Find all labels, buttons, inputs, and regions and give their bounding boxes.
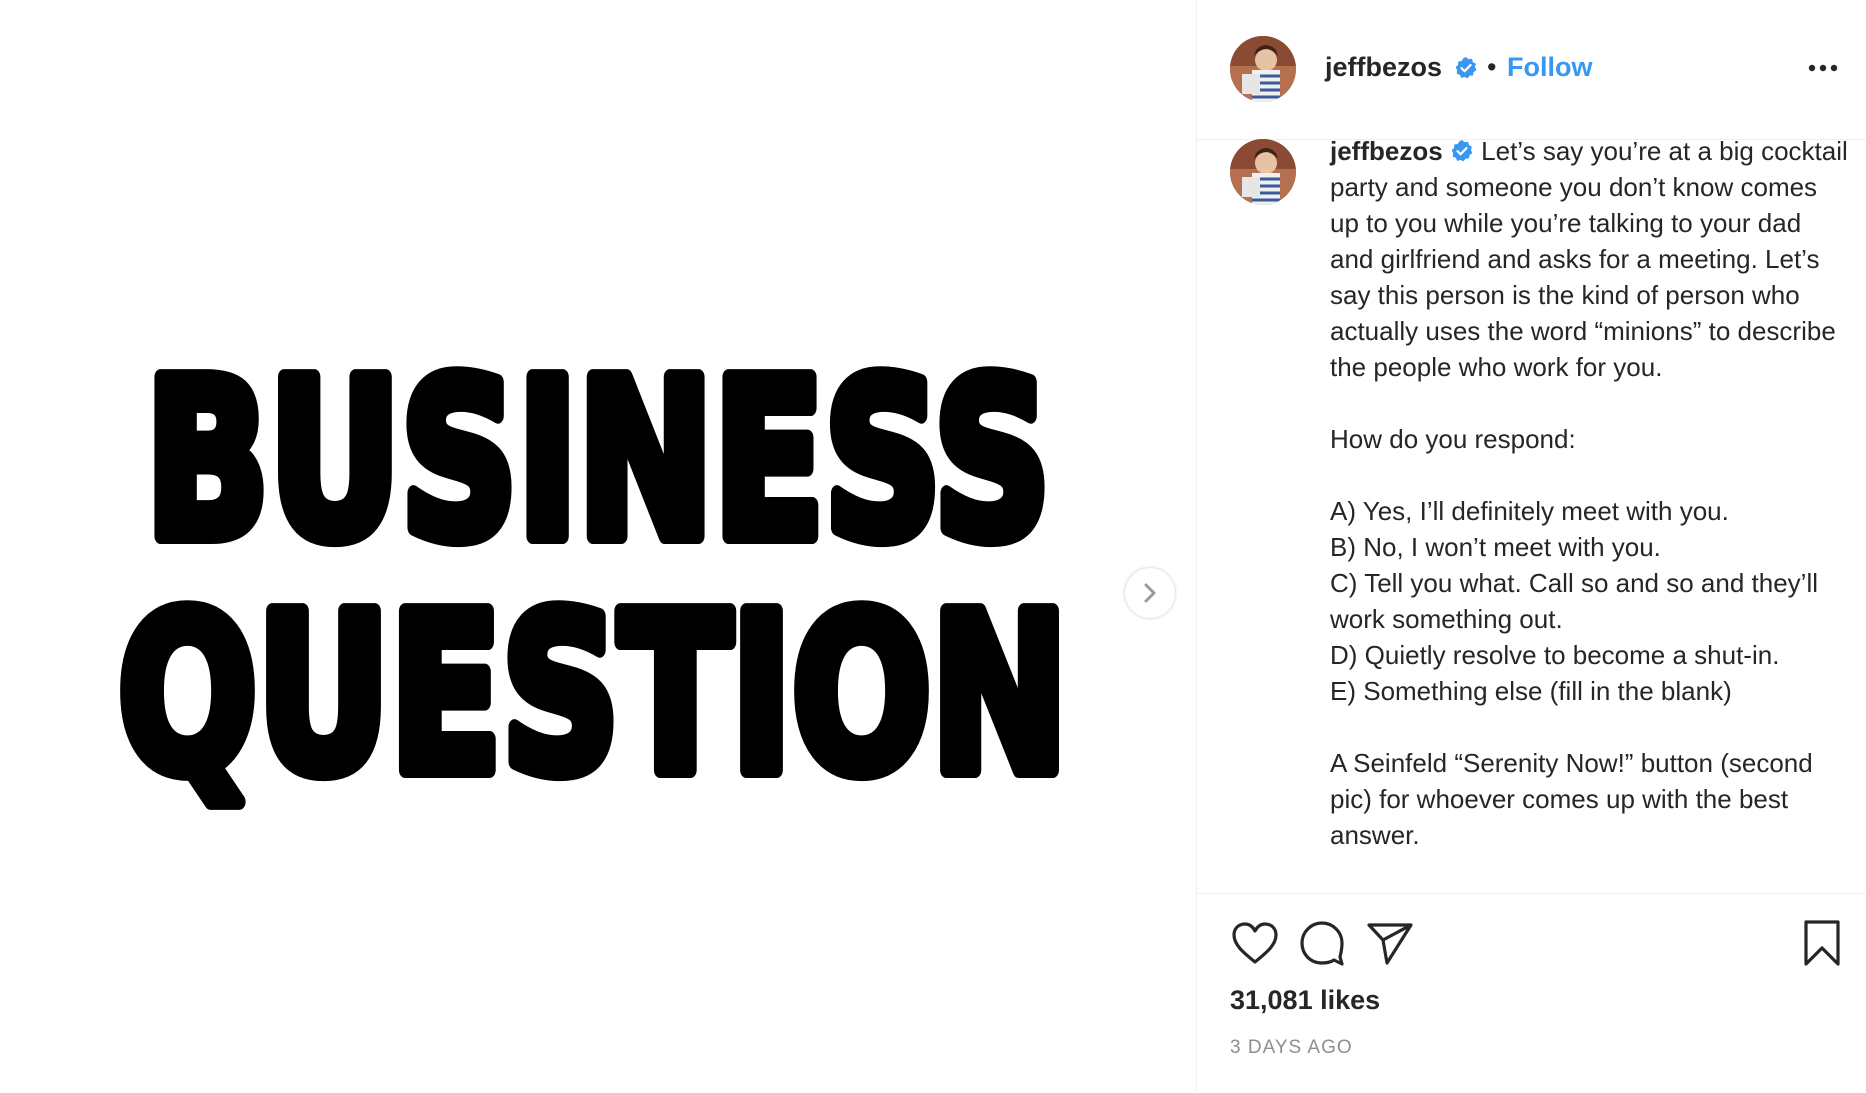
caption-paragraph-1: Let’s say you’re at a big cocktail party… xyxy=(1330,139,1848,382)
caption-avatar[interactable] xyxy=(1230,139,1296,205)
post-media[interactable]: BUSINESS QUESTION xyxy=(0,0,1196,1092)
avatar-image xyxy=(1230,139,1296,205)
chevron-right-icon xyxy=(1144,583,1156,603)
caption-username[interactable]: jeffbezos xyxy=(1330,139,1443,166)
caption-paragraph-2: How do you respond: xyxy=(1330,424,1576,454)
caption-paragraph-3: A Seinfeld “Serenity Now!” button (secon… xyxy=(1330,748,1813,850)
caption-option-e: E) Something else (fill in the blank) xyxy=(1330,676,1732,706)
avatar-image xyxy=(1230,36,1296,102)
post-image: BUSINESS QUESTION xyxy=(110,327,1076,830)
share-icon[interactable] xyxy=(1365,920,1415,966)
post-caption: jeffbezos Let’s say you’re at a big cock… xyxy=(1197,139,1866,893)
verified-badge-icon xyxy=(1455,57,1477,79)
caption-option-c: C) Tell you what. Call so and so and the… xyxy=(1330,568,1818,634)
verified-badge-icon xyxy=(1451,140,1473,162)
more-options-icon[interactable] xyxy=(1803,54,1843,82)
separator-dot: • xyxy=(1487,52,1497,82)
avatar[interactable] xyxy=(1230,36,1296,102)
heart-icon[interactable] xyxy=(1230,920,1280,966)
next-image-button[interactable] xyxy=(1125,568,1175,618)
post-header: jeffbezos • Follow xyxy=(1197,0,1866,140)
image-text-line1: BUSINESS xyxy=(146,335,1051,588)
image-text-line2: QUESTION xyxy=(118,569,1068,822)
caption-option-a: A) Yes, I’ll definitely meet with you. xyxy=(1330,496,1729,526)
post-timestamp[interactable]: 3 DAYS AGO xyxy=(1230,1037,1353,1059)
post-username[interactable]: jeffbezos xyxy=(1325,52,1442,83)
caption-option-d: D) Quietly resolve to become a shut-in. xyxy=(1330,640,1780,670)
comment-icon[interactable] xyxy=(1298,919,1346,967)
follow-button[interactable]: Follow xyxy=(1507,52,1592,83)
likes-count[interactable]: 31,081 likes xyxy=(1230,985,1380,1016)
bookmark-icon[interactable] xyxy=(1802,919,1842,967)
caption-text: jeffbezos Let’s say you’re at a big cock… xyxy=(1330,139,1850,853)
post-side-panel: jeffbezos • Follow jeffbezos Let’s say y… xyxy=(1196,0,1866,1092)
caption-option-b: B) No, I won’t meet with you. xyxy=(1330,532,1661,562)
